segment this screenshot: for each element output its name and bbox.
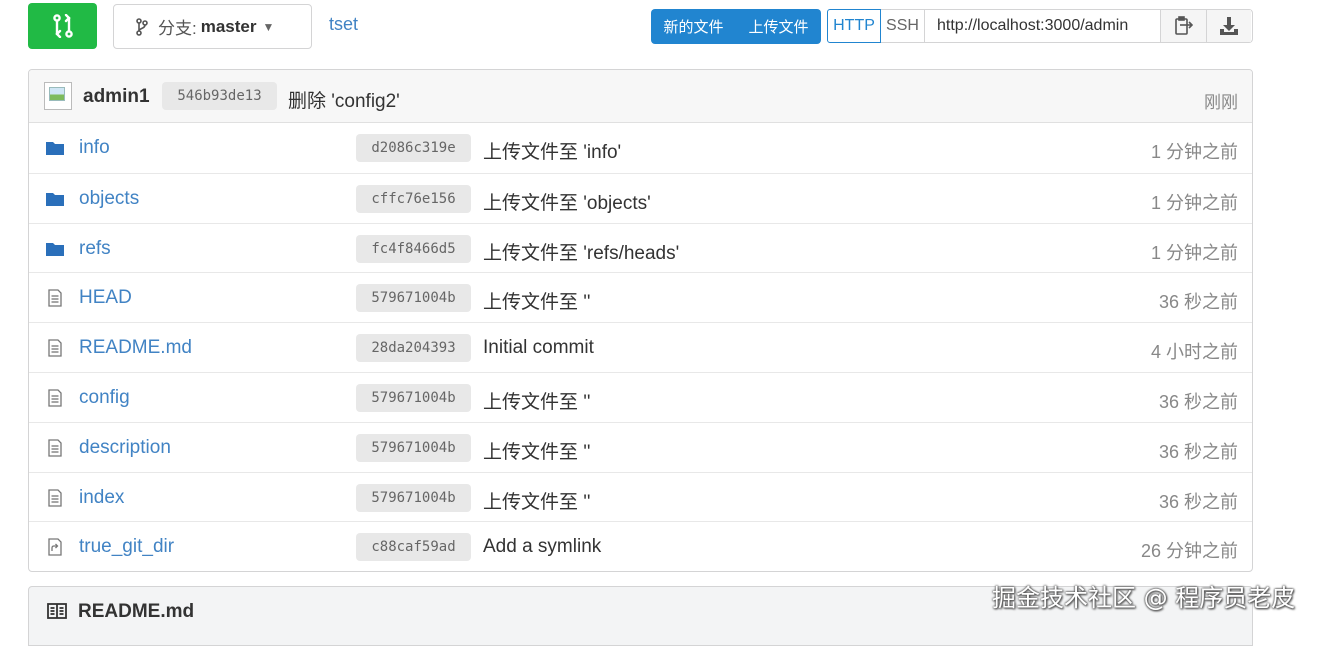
commit-sha[interactable]: 579671004b xyxy=(356,284,471,313)
file-icon xyxy=(48,289,62,308)
file-icon xyxy=(48,389,62,407)
copy-icon xyxy=(1174,16,1193,35)
commit-message[interactable]: 上传文件至 '' xyxy=(483,387,591,414)
branch-dropdown[interactable]: 分支: master ▼ xyxy=(113,4,312,49)
commit-time: 1 分钟之前 xyxy=(1150,142,1238,162)
file-row: description 579671004b 上传文件至 '' 36 秒之前 xyxy=(29,421,1252,472)
branch-icon xyxy=(136,17,148,36)
commit-time: 26 分钟之前 xyxy=(1140,541,1238,562)
file-row: README.md 28da204393 Initial commit 4 小时之前 xyxy=(29,322,1252,372)
commit-time: 36 秒之前 xyxy=(1158,391,1238,412)
latest-commit-header: admin1 546b93de13 删除 'config2' 刚刚 xyxy=(29,70,1252,123)
commit-message[interactable]: 上传文件至 'refs/heads' xyxy=(483,238,679,265)
commit-time: 4 小时之前 xyxy=(1150,342,1238,363)
commit-time: 刚刚 xyxy=(1204,93,1238,112)
file-table: admin1 546b93de13 删除 'config2' 刚刚 info d2… xyxy=(28,69,1253,573)
file-row: true_git_dir c88caf59ad Add a symlink 26 分钟… xyxy=(29,521,1252,571)
commit-author[interactable]: admin1 xyxy=(83,86,150,108)
commit-time: 1 分钟之前 xyxy=(1150,242,1238,263)
commit-time: 1 分钟之前 xyxy=(1150,192,1238,213)
book-icon xyxy=(47,603,67,619)
file-actions: 新的文件 上传文件 xyxy=(651,9,821,44)
commit-message[interactable]: 上传文件至 'objects' xyxy=(483,188,651,215)
file-row: info d2086c319e 上传文件至 'info' 1 分钟之前 xyxy=(29,123,1252,173)
file-name[interactable]: info xyxy=(79,137,110,159)
commit-sha[interactable]: c88caf59ad xyxy=(356,533,471,562)
avatar[interactable] xyxy=(44,82,72,110)
commit-sha[interactable]: 546b93de13 xyxy=(162,82,277,110)
commit-sha[interactable]: 579671004b xyxy=(356,383,471,412)
file-list: info d2086c319e 上传文件至 'info' 1 分钟之前 objects c… xyxy=(29,123,1252,571)
file-row: refs fc4f8466d5 上传文件至 'refs/heads' 1 分钟之前 xyxy=(29,222,1252,273)
folder-icon xyxy=(46,192,64,206)
new-file-button[interactable]: 新的文件 xyxy=(651,9,736,44)
copy-url-button[interactable] xyxy=(1161,10,1206,42)
download-icon xyxy=(1220,17,1238,35)
commit-sha[interactable]: 28da204393 xyxy=(356,334,471,363)
ssh-protocol-button[interactable]: SSH xyxy=(881,10,925,42)
file-icon xyxy=(48,488,62,507)
upload-file-button[interactable]: 上传文件 xyxy=(736,9,821,44)
file-name[interactable]: index xyxy=(79,487,124,509)
commit-time: 36 秒之前 xyxy=(1158,441,1238,462)
file-row: config 579671004b 上传文件至 '' 36 秒之前 xyxy=(29,371,1252,422)
file-row: objects cffc76e156 上传文件至 'objects' 1 分钟之前 xyxy=(29,172,1252,223)
folder-icon xyxy=(46,242,64,256)
commit-message[interactable]: 上传文件至 '' xyxy=(483,437,591,464)
file-name[interactable]: README.md xyxy=(79,337,192,359)
pull-request-icon xyxy=(52,14,73,38)
file-icon xyxy=(48,339,62,357)
file-name[interactable]: refs xyxy=(79,238,111,260)
commit-message[interactable]: 上传文件至 '' xyxy=(483,487,591,514)
file-name[interactable]: true_git_dir xyxy=(79,536,174,558)
commit-sha[interactable]: d2086c319e xyxy=(356,134,471,162)
commit-sha[interactable]: 579671004b xyxy=(356,433,471,462)
watermark: 掘金技术社区 @ 程序员老皮 xyxy=(992,584,1296,612)
branch-prefix: 分支: xyxy=(158,19,197,38)
compare-pull-button[interactable] xyxy=(28,3,97,49)
branch-name: master xyxy=(200,16,257,36)
file-icon xyxy=(48,439,62,457)
file-name[interactable]: HEAD xyxy=(79,287,132,309)
download-button[interactable] xyxy=(1206,10,1251,42)
file-name[interactable]: description xyxy=(79,437,171,459)
clone-bar: HTTP SSH xyxy=(827,9,1253,43)
commit-message[interactable]: Add a symlink xyxy=(483,536,601,558)
http-protocol-button[interactable]: HTTP xyxy=(827,9,881,43)
caret-down-icon: ▼ xyxy=(262,19,275,34)
file-name[interactable]: objects xyxy=(79,188,139,210)
file-row: HEAD 579671004b 上传文件至 '' 36 秒之前 xyxy=(29,272,1252,322)
commit-sha[interactable]: 579671004b xyxy=(356,483,471,512)
clone-url-input[interactable] xyxy=(925,10,1161,42)
folder-icon xyxy=(46,142,64,155)
commit-time: 36 秒之前 xyxy=(1158,292,1238,313)
file-name[interactable]: config xyxy=(79,387,130,409)
repo-link[interactable]: tset xyxy=(329,14,358,35)
commit-sha[interactable]: cffc76e156 xyxy=(356,184,471,213)
commit-message[interactable]: 上传文件至 '' xyxy=(483,287,591,314)
symlink-icon xyxy=(48,538,62,557)
readme-title: README.md xyxy=(78,601,195,622)
commit-message[interactable]: Initial commit xyxy=(483,337,594,359)
commit-message[interactable]: 上传文件至 'info' xyxy=(483,137,621,164)
commit-time: 36 秒之前 xyxy=(1158,491,1238,512)
commit-sha[interactable]: fc4f8466d5 xyxy=(356,234,471,263)
commit-message: 删除 'config2' xyxy=(288,91,400,112)
file-row: index 579671004b 上传文件至 '' 36 秒之前 xyxy=(29,471,1252,522)
